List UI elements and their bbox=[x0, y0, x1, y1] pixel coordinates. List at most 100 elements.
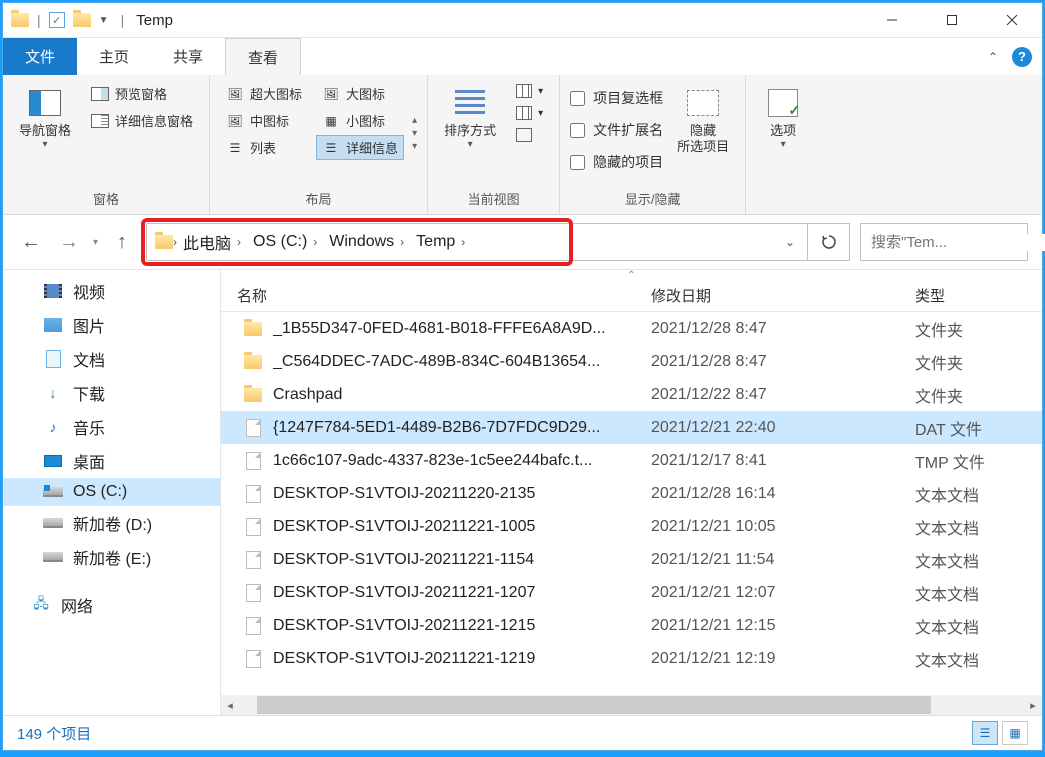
s-icons-icon: ▦ bbox=[322, 114, 340, 128]
refresh-button[interactable] bbox=[808, 223, 850, 261]
sidebar-item-music[interactable]: ♪音乐 bbox=[3, 410, 220, 444]
tab-share[interactable]: 共享 bbox=[151, 38, 225, 75]
file-row[interactable]: {1247F784-5ED1-4489-B2B6-7D7FDC9D29... 20… bbox=[221, 411, 1042, 444]
file-icon bbox=[243, 484, 263, 504]
breadcrumb-item[interactable]: OS (C:)› bbox=[247, 224, 323, 260]
up-button[interactable]: ↑ bbox=[108, 228, 136, 256]
scrollbar-thumb[interactable] bbox=[257, 696, 931, 714]
help-icon[interactable]: ? bbox=[1012, 47, 1032, 67]
layout-s-icons[interactable]: ▦小图标 bbox=[316, 108, 404, 133]
layout-m-icons[interactable]: 🖼中图标 bbox=[220, 108, 308, 133]
minimize-button[interactable] bbox=[862, 3, 922, 38]
forward-button[interactable]: → bbox=[55, 228, 83, 256]
column-header-type[interactable]: 类型 bbox=[915, 285, 1042, 306]
file-row[interactable]: DESKTOP-S1VTOIJ-20211221-12072021/12/21 … bbox=[221, 576, 1042, 609]
search-input[interactable] bbox=[871, 234, 1045, 251]
folder-icon[interactable] bbox=[73, 11, 91, 29]
file-icon bbox=[243, 451, 263, 471]
file-extensions-checkbox[interactable] bbox=[570, 123, 585, 138]
layout-list[interactable]: ☰列表 bbox=[220, 135, 308, 160]
layout-scroll-up-icon[interactable]: ▴ bbox=[412, 115, 417, 126]
layout-details[interactable]: ☰详细信息 bbox=[316, 135, 404, 160]
breadcrumb-item[interactable]: Windows› bbox=[323, 224, 410, 260]
add-columns-icon bbox=[516, 106, 532, 120]
item-checkboxes-checkbox[interactable] bbox=[570, 91, 585, 106]
sidebar-item-downloads[interactable]: ↓下载 bbox=[3, 376, 220, 410]
file-row[interactable]: DESKTOP-S1VTOIJ-20211221-10052021/12/21 … bbox=[221, 510, 1042, 543]
sidebar-item-os-c[interactable]: OS (C:) bbox=[3, 478, 220, 506]
file-type: 文本文档 bbox=[915, 482, 1042, 506]
file-row[interactable]: DESKTOP-S1VTOIJ-20211221-11542021/12/21 … bbox=[221, 543, 1042, 576]
layout-expand-icon[interactable]: ▾ bbox=[412, 141, 417, 152]
file-row[interactable]: DESKTOP-S1VTOIJ-20211221-12152021/12/21 … bbox=[221, 609, 1042, 642]
hidden-items-toggle[interactable]: 隐藏的项目 bbox=[570, 149, 663, 175]
file-name: Crashpad bbox=[273, 386, 342, 404]
navigation-pane-button[interactable]: 导航窗格 ▾ bbox=[13, 81, 77, 185]
close-button[interactable] bbox=[982, 3, 1042, 38]
sidebar-item-drive-d[interactable]: 新加卷 (D:) bbox=[3, 506, 220, 540]
file-row[interactable]: DESKTOP-S1VTOIJ-20211220-21352021/12/28 … bbox=[221, 477, 1042, 510]
address-bar[interactable]: › 此电脑› OS (C:)› Windows› Temp› ⌄ bbox=[146, 223, 808, 261]
details-pane-icon bbox=[91, 114, 109, 128]
layout-l-icons[interactable]: 🖼大图标 bbox=[316, 81, 404, 106]
file-date: 2021/12/21 22:40 bbox=[651, 419, 915, 437]
sidebar-item-videos[interactable]: 视频 bbox=[3, 274, 220, 308]
collapse-ribbon-icon[interactable]: ⌃ bbox=[988, 50, 998, 64]
file-name: {1247F784-5ED1-4489-B2B6-7D7FDC9D29... bbox=[273, 419, 600, 437]
maximize-button[interactable] bbox=[922, 3, 982, 38]
m-icons-icon: 🖼 bbox=[226, 114, 244, 128]
breadcrumb-item[interactable]: Temp› bbox=[410, 224, 471, 260]
add-columns-button[interactable]: ▾ bbox=[510, 103, 549, 123]
tab-view[interactable]: 查看 bbox=[225, 38, 301, 75]
column-resize-grip[interactable]: ⌃ bbox=[221, 270, 1042, 280]
size-columns-button[interactable] bbox=[510, 125, 549, 145]
back-button[interactable]: ← bbox=[17, 228, 45, 256]
scroll-left-icon[interactable]: ◂ bbox=[221, 696, 239, 714]
file-row[interactable]: DESKTOP-S1VTOIJ-20211221-12192021/12/21 … bbox=[221, 642, 1042, 675]
breadcrumb-item[interactable]: 此电脑› bbox=[177, 224, 247, 260]
thumbnails-view-toggle[interactable]: ▦ bbox=[1002, 721, 1028, 745]
properties-icon[interactable]: ✓ bbox=[49, 12, 65, 28]
details-pane-button[interactable]: 详细信息窗格 bbox=[85, 108, 199, 133]
preview-pane-button[interactable]: 预览窗格 bbox=[85, 81, 199, 106]
address-dropdown-icon[interactable]: ⌄ bbox=[773, 235, 807, 249]
qat-dropdown-icon[interactable]: ▼ bbox=[99, 15, 113, 26]
column-headers: 名称 修改日期 类型 bbox=[221, 280, 1042, 312]
sort-by-button[interactable]: 排序方式 ▾ bbox=[438, 81, 502, 185]
tab-home[interactable]: 主页 bbox=[77, 38, 151, 75]
scrollbar-track[interactable] bbox=[257, 696, 1006, 714]
group-by-button[interactable]: ▾ bbox=[510, 81, 549, 101]
tab-file[interactable]: 文件 bbox=[3, 38, 77, 75]
hidden-items-checkbox[interactable] bbox=[570, 155, 585, 170]
file-extensions-toggle[interactable]: 文件扩展名 bbox=[570, 117, 663, 143]
downloads-icon: ↓ bbox=[43, 384, 63, 402]
details-view-toggle[interactable]: ☰ bbox=[972, 721, 998, 745]
file-row[interactable]: _C564DDEC-7ADC-489B-834C-604B13654...202… bbox=[221, 345, 1042, 378]
preview-pane-icon bbox=[91, 87, 109, 101]
scroll-right-icon[interactable]: ▸ bbox=[1024, 696, 1042, 714]
preview-pane-label: 预览窗格 bbox=[115, 84, 167, 103]
file-row[interactable]: Crashpad2021/12/22 8:47文件夹 bbox=[221, 378, 1042, 411]
column-header-date[interactable]: 修改日期 bbox=[651, 285, 915, 306]
item-checkboxes-toggle[interactable]: 项目复选框 bbox=[570, 85, 663, 111]
desktop-icon bbox=[43, 452, 63, 470]
column-header-name[interactable]: 名称 bbox=[221, 285, 651, 306]
file-row[interactable]: _1B55D347-0FED-4681-B018-FFFE6A8A9D...20… bbox=[221, 312, 1042, 345]
layout-scroll-down-icon[interactable]: ▾ bbox=[412, 128, 417, 139]
sidebar-item-network[interactable]: 🖧网络 bbox=[3, 588, 220, 622]
hide-selected-button[interactable]: 隐藏所选项目 bbox=[671, 81, 735, 185]
sidebar-item-pictures[interactable]: 图片 bbox=[3, 308, 220, 342]
group-label-show-hide: 显示/隐藏 bbox=[570, 185, 735, 214]
navigation-sidebar[interactable]: 视频 图片 文档 ↓下载 ♪音乐 桌面 OS (C:) 新加卷 (D:) 新加卷… bbox=[3, 270, 221, 715]
horizontal-scrollbar[interactable]: ◂ ▸ bbox=[221, 695, 1042, 715]
sidebar-item-drive-e[interactable]: 新加卷 (E:) bbox=[3, 540, 220, 574]
file-type: TMP 文件 bbox=[915, 449, 1042, 473]
options-button[interactable]: 选项 ▾ bbox=[756, 81, 810, 189]
search-box[interactable]: 🔍 bbox=[860, 223, 1028, 261]
sidebar-item-desktop[interactable]: 桌面 bbox=[3, 444, 220, 478]
sidebar-item-documents[interactable]: 文档 bbox=[3, 342, 220, 376]
file-list[interactable]: _1B55D347-0FED-4681-B018-FFFE6A8A9D...20… bbox=[221, 312, 1042, 695]
file-row[interactable]: 1c66c107-9adc-4337-823e-1c5ee244bafc.t..… bbox=[221, 444, 1042, 477]
layout-xl-icons[interactable]: 🖼超大图标 bbox=[220, 81, 308, 106]
history-dropdown-icon[interactable]: ▾ bbox=[93, 237, 98, 248]
